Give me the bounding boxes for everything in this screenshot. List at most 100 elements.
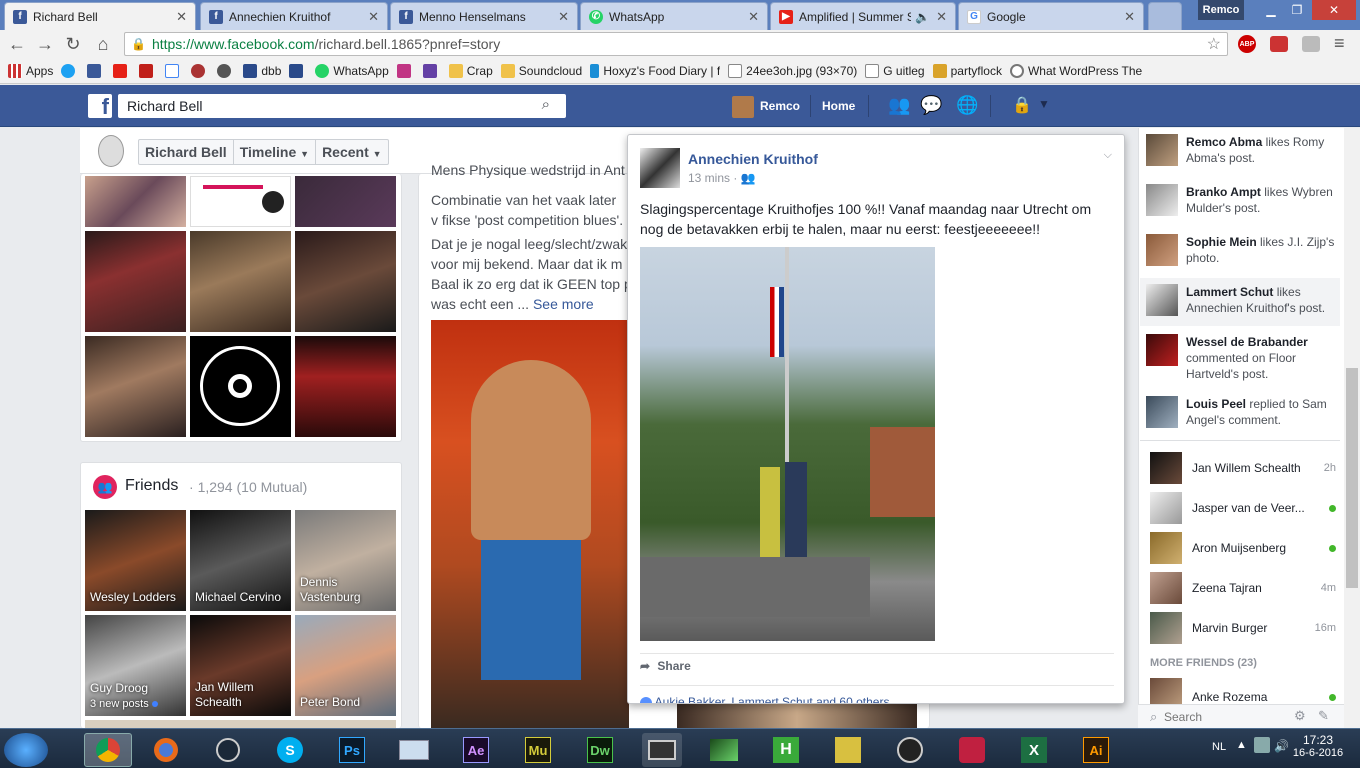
photo-thumbnail[interactable] — [85, 336, 186, 437]
keyboard-taskbar-icon[interactable] — [394, 733, 434, 767]
chat-contact[interactable]: Anke Rozema — [1150, 678, 1336, 704]
profile-name-button[interactable]: Richard Bell — [139, 140, 234, 164]
bookmark-facebook[interactable] — [87, 63, 105, 78]
bookmark-youtube[interactable] — [113, 63, 131, 78]
recent-button[interactable]: Recent ▼ — [316, 140, 388, 164]
photo-thumbnail[interactable] — [85, 231, 186, 332]
privacy-lock-icon[interactable]: 🔒 — [1012, 95, 1032, 115]
post-photo[interactable] — [431, 320, 629, 728]
firefox-taskbar-icon[interactable] — [146, 733, 186, 767]
post-options-chevron-icon[interactable]: ⌵ — [1104, 149, 1112, 162]
ticker-avatar[interactable] — [1146, 134, 1178, 166]
photo-thumbnail[interactable] — [295, 231, 396, 332]
friend-requests-icon[interactable]: 👥 — [888, 95, 910, 116]
skype-taskbar-icon[interactable]: S — [270, 733, 310, 767]
mouse-taskbar-icon[interactable] — [890, 733, 930, 767]
bookmark-google[interactable] — [165, 63, 183, 78]
tab-menno[interactable]: f Menno Henselmans ✕ — [390, 2, 578, 30]
wolf-taskbar-icon[interactable] — [828, 733, 868, 767]
ticker-avatar[interactable] — [1146, 334, 1178, 366]
close-tab-icon[interactable]: ✕ — [558, 9, 569, 25]
network-icon[interactable] — [1254, 737, 1270, 753]
profile-thumbnail[interactable] — [98, 135, 124, 167]
friend-tile[interactable]: Peter Bond — [295, 615, 396, 716]
friend-tile[interactable]: Guy Droog 3 new posts — [85, 615, 186, 716]
chat-contact[interactable]: Jasper van de Veer... — [1150, 488, 1336, 528]
friend-tile[interactable]: Jan Willem Schealth — [190, 615, 291, 716]
post-photo[interactable] — [677, 704, 917, 728]
tab-annechien[interactable]: f Annechien Kruithof ✕ — [200, 2, 388, 30]
timeline-button[interactable]: Timeline ▼ — [234, 140, 317, 164]
bookmark-wordpress[interactable]: What WordPress The — [1009, 63, 1142, 78]
bookmark-dropbox[interactable] — [289, 63, 307, 78]
photo-thumbnail[interactable] — [295, 176, 396, 227]
ticker-story[interactable]: Wessel de Brabander commented on Floor H… — [1186, 334, 1336, 382]
tab-google[interactable]: G Google ✕ — [958, 2, 1144, 30]
bookmark-partyflock[interactable]: partyflock — [932, 63, 1002, 78]
profile-badge[interactable]: Remco — [1198, 0, 1244, 20]
close-tab-icon[interactable]: ✕ — [936, 9, 947, 25]
bookmark-fooddiary[interactable]: Hoxyz's Food Diary | f — [590, 63, 720, 78]
ticker-avatar[interactable] — [1146, 396, 1178, 428]
language-indicator[interactable]: NL — [1212, 741, 1226, 753]
chat-contact[interactable]: Aron Muijsenberg — [1150, 528, 1336, 568]
bookmark-ball[interactable] — [217, 63, 235, 78]
extension-icon[interactable] — [1302, 36, 1320, 52]
notifications-globe-icon[interactable]: 🌐 — [956, 95, 978, 116]
excel-taskbar-icon[interactable]: X — [1014, 733, 1054, 767]
forward-icon[interactable]: → — [34, 34, 56, 54]
tray-chevron-icon[interactable]: ▲ — [1236, 739, 1247, 751]
aftereffects-taskbar-icon[interactable]: Ae — [456, 733, 496, 767]
bookmark-image[interactable]: 24ee3oh.jpg (93×70) — [728, 63, 857, 78]
tab-amplified[interactable]: ▶ Amplified | Summer S 🔈 ✕ — [770, 2, 956, 30]
chat-contact[interactable]: Zeena Tajran 4m — [1150, 568, 1336, 608]
bookmark-dbb[interactable]: dbb — [243, 63, 281, 78]
post-image[interactable] — [640, 247, 935, 641]
gear-icon[interactable]: ⚙ — [1294, 708, 1306, 724]
menu-icon[interactable]: ≡ — [1334, 34, 1352, 54]
scrollbar-thumb[interactable] — [1346, 368, 1358, 588]
tab-whatsapp[interactable]: ✆ WhatsApp ✕ — [580, 2, 768, 30]
bookmark-twitter[interactable] — [61, 63, 79, 78]
address-bar[interactable]: 🔒 https://www.facebook.com /richard.bell… — [124, 32, 1228, 56]
steam-taskbar-icon[interactable] — [208, 733, 248, 767]
friend-tile[interactable]: Michael Cervino — [190, 510, 291, 611]
tab-richard-bell[interactable]: f Richard Bell ✕ — [4, 2, 196, 30]
volume-icon[interactable]: 🔊 — [1274, 739, 1289, 753]
bookmark-apps[interactable]: Apps — [8, 63, 53, 78]
bookmark-instagram[interactable] — [396, 63, 415, 78]
bookmark-soundcloud[interactable]: Soundcloud — [500, 63, 582, 78]
share-button[interactable]: ➦ Share — [640, 659, 691, 673]
close-tab-icon[interactable]: ✕ — [368, 9, 379, 25]
bookmark-ext[interactable] — [191, 63, 209, 78]
avatar[interactable] — [732, 96, 754, 118]
photo-thumbnail[interactable] — [190, 336, 291, 437]
likes-summary[interactable]: Aukje Bakker, Lammert Schut and 60 other… — [640, 695, 889, 703]
ticker-avatar[interactable] — [1146, 284, 1178, 316]
home-link[interactable]: Home — [822, 99, 855, 113]
adblock-icon[interactable]: ABP — [1238, 35, 1256, 53]
chat-contact[interactable]: Jan Willem Schealth 2h — [1150, 448, 1336, 488]
friends-title[interactable]: Friends — [125, 477, 178, 495]
star-icon[interactable]: ☆ — [1207, 34, 1221, 54]
close-window-icon[interactable]: ✕ — [1312, 0, 1356, 20]
new-tab-button[interactable] — [1148, 2, 1182, 30]
close-tab-icon[interactable]: ✕ — [748, 9, 759, 25]
video-taskbar-icon[interactable] — [642, 733, 682, 767]
header-user-name[interactable]: Remco — [760, 99, 800, 113]
bookmark-twitch[interactable] — [422, 63, 441, 78]
bookmark-whatsapp[interactable]: WhatsApp — [315, 63, 389, 78]
dreamweaver-taskbar-icon[interactable]: Dw — [580, 733, 620, 767]
start-button-icon[interactable] — [4, 733, 48, 767]
post-timestamp[interactable]: 13 mins · 👥 — [688, 171, 756, 185]
chrome-taskbar-icon[interactable] — [84, 733, 132, 767]
sound-taskbar-icon[interactable] — [704, 733, 744, 767]
see-more-link[interactable]: See more — [533, 296, 594, 312]
chat-contact[interactable]: Marvin Burger 16m — [1150, 608, 1336, 648]
compose-icon[interactable]: ✎ — [1318, 708, 1329, 724]
facebook-logo-icon[interactable]: f — [88, 94, 112, 118]
bookmark-dumpert[interactable] — [139, 63, 157, 78]
ticker-story[interactable]: Louis Peel replied to Sam Angel's commen… — [1186, 396, 1336, 428]
author-avatar[interactable] — [640, 148, 680, 188]
friend-tile[interactable]: Dennis Vastenburg — [295, 510, 396, 611]
